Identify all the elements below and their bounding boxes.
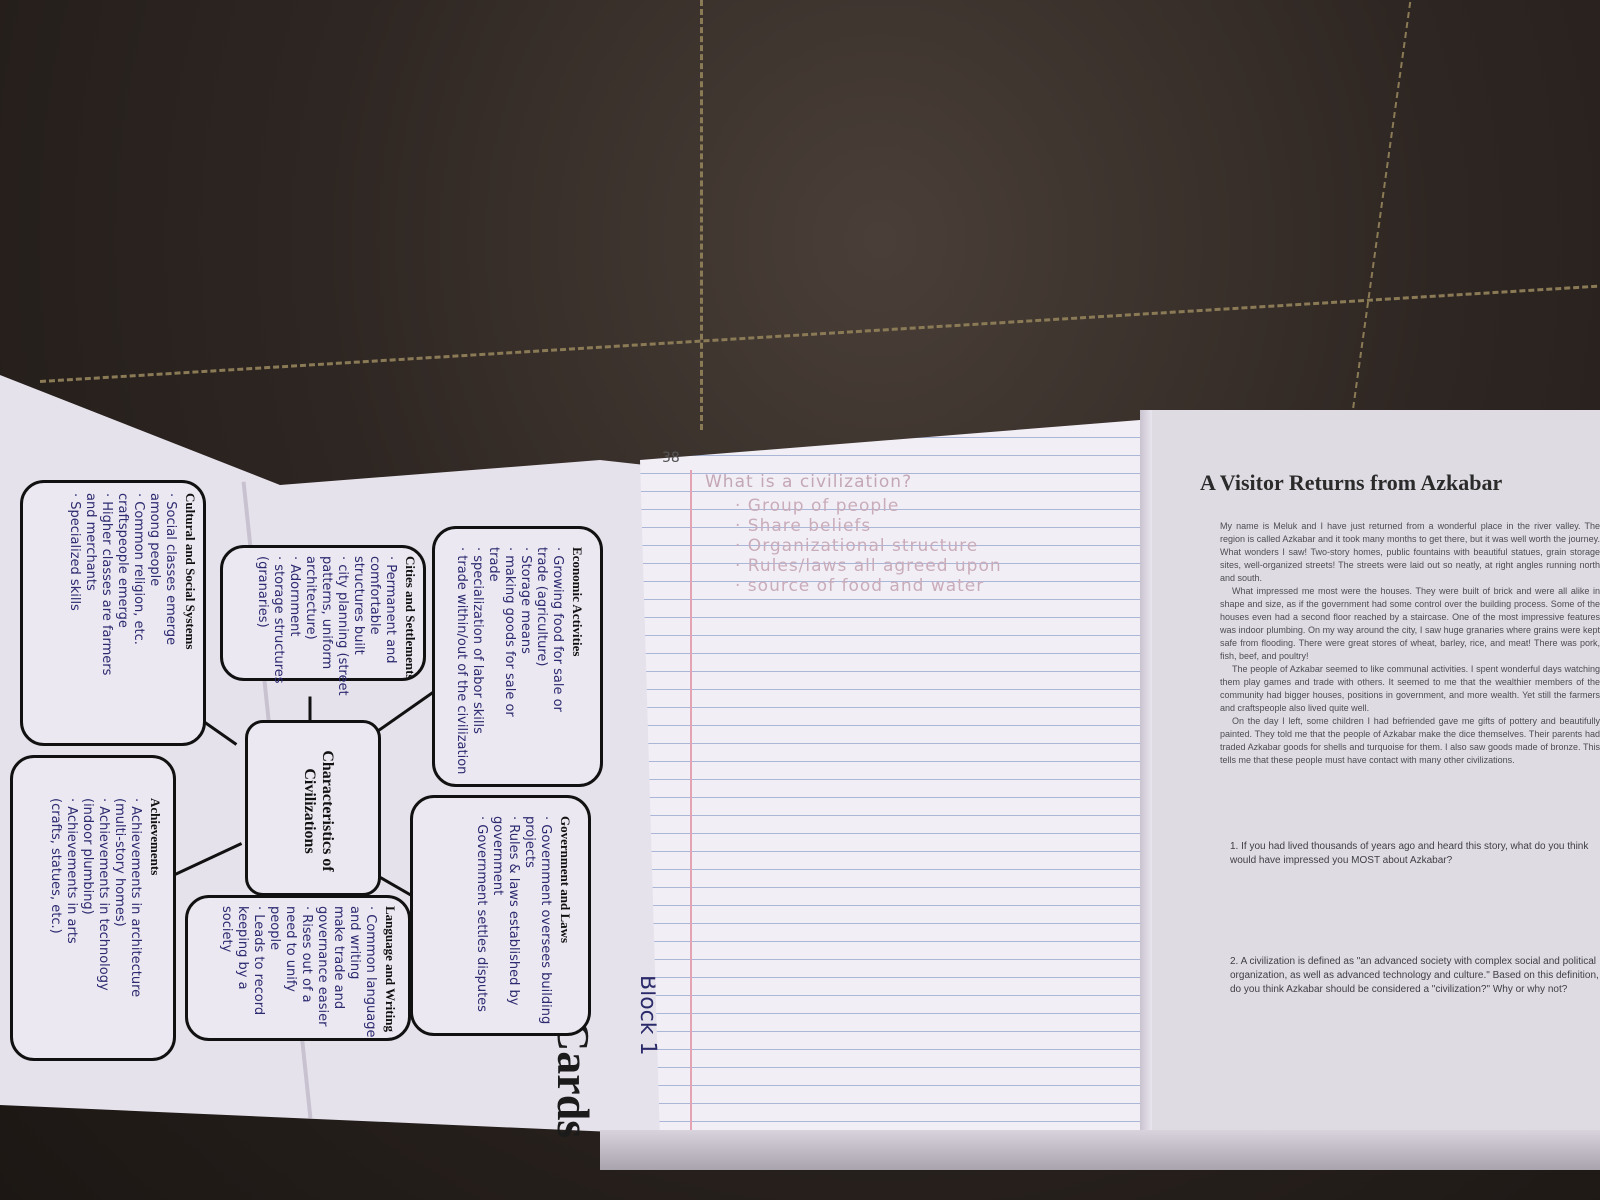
card-line: · Achievements in arts [64,798,79,944]
couch-seam-vertical [700,0,703,430]
paragraph-3: The people of Azkabar seemed to like com… [1220,664,1600,713]
card-line: need to unify [283,906,298,992]
card-line: · Achievements in architecture [128,798,143,998]
center-concept-box: Characteristics of Civilizations [245,720,381,896]
card-line: · Leads to record [251,906,266,1016]
card-line: · Permanent and [383,556,398,664]
card-line: society [219,906,234,953]
card-economic-activities: Economic Activities · Growing food for s… [432,526,603,787]
card-line: · Adornment [287,556,302,637]
card-line: trade (agriculture) [534,547,549,667]
card-title: Cities and Settlements [403,556,418,680]
card-line: · Specialized skills [67,493,82,611]
handwritten-answer: · Share beliefs [735,516,872,536]
card-line: · Rises out of a [299,906,314,1003]
paragraph-2: What impressed me most were the houses. … [1220,586,1600,661]
couch-seam-right [1350,1,1412,419]
card-line: · Government oversees building [538,816,553,1025]
card-line: people [267,906,282,951]
notebook-page-edges [600,1130,1600,1170]
card-achievements: Achievements · Achievements in architect… [10,755,176,1061]
card-title: Achievements [148,798,163,876]
card-line: · Higher classes are farmers [99,493,114,676]
card-line: · Common religion, etc. [131,493,146,645]
card-line: · trade within/out of the civilization [454,547,469,775]
card-line: · making goods for sale or [502,547,517,717]
notebook-gutter [1140,410,1152,1150]
card-line: craftspeople emerge [115,493,130,628]
card-title: Cultural and Social Systems [183,493,198,650]
handwritten-answer: · Group of people [735,496,900,516]
card-line: trade [486,547,501,582]
center-concept-label: Characteristics of Civilizations [301,750,336,872]
card-language-and-writing: Language and Writing · Common language a… [185,895,411,1041]
card-line: (indoor plumbing) [80,798,95,915]
paragraph-1: My name is Meluk and I have just returne… [1220,521,1600,583]
notebook-margin-line [690,470,692,1140]
handwritten-answer: · Rules/laws all agreed upon [735,556,1002,576]
card-line: patterns, uniform [319,556,334,670]
handwritten-answer: · source of food and water [735,576,985,596]
card-line: · specialization of labor skills [470,547,485,734]
card-line: governance easier [315,906,330,1027]
spiral-notebook: 38 What is a civilization? · Group of pe… [600,410,1600,1170]
card-line: · Social classes emerge [163,493,178,646]
worksheet-paragraph: My name is Meluk and I have just returne… [1220,520,1600,767]
notebook-left-page [640,420,1140,1140]
card-line: structures built [351,556,366,655]
paragraph-4: On the day I left, some children I had b… [1220,716,1600,765]
card-line: · Rules & laws established by [506,816,521,1006]
card-cultural-and-social-systems: Cultural and Social Systems · Social cla… [20,480,206,746]
card-line: keeping by a [235,906,250,990]
card-cities-and-settlements: Cities and Settlements · Permanent and c… [220,545,426,696]
card-line: (granaries) [255,556,270,628]
card-line: and writing [347,906,362,980]
worksheet-title: A Visitor Returns from Azkabar [1200,470,1503,495]
handwritten-question: What is a civilization? [705,472,913,492]
card-government-and-laws: Government and Laws · Government oversee… [410,795,591,1036]
card-line: · Common language [363,906,378,1038]
card-title: Economic Activities [570,547,585,657]
worksheet-question-2: 2. A civilization is defined as "an adva… [1230,956,1599,995]
card-line: projects [522,816,537,868]
page-number: 38 [662,450,680,466]
card-line: (crafts, statues, etc.) [48,798,63,934]
card-line: · city planning (street [335,556,350,696]
card-line: comfortable [367,556,382,635]
handwritten-answer: · Organizational structure [735,536,979,556]
card-line: make trade and [331,906,346,1010]
card-title: Language and Writing [383,906,398,1032]
card-line: government [490,816,505,896]
card-line: · Achievements in technology [96,798,111,991]
card-line: · Government settles disputes [474,816,489,1012]
card-line: and merchants [83,493,98,591]
card-line: architecture) [303,556,318,640]
card-line: among people [147,493,162,587]
card-line: (multi-story homes) [112,798,127,927]
card-line: · Growing food for sale or [550,547,565,712]
card-title: Government and Laws [558,816,573,944]
worksheet-question-1: 1. If you had lived thousands of years a… [1230,841,1589,866]
card-line: · Storage means [518,547,533,654]
card-line: · storage structures [271,556,286,684]
